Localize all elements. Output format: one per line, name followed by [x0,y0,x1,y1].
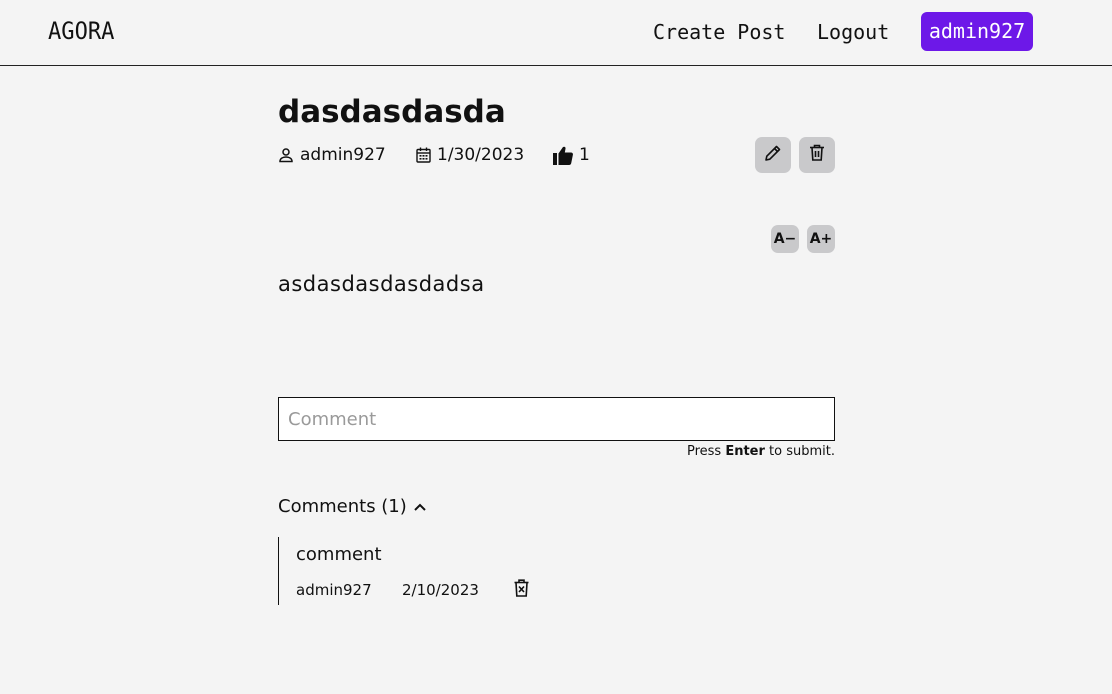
hint-prefix: Press [686,444,726,459]
comment-item: comment admin927 2/10/2023 [278,537,578,605]
calendar-icon [416,147,431,163]
create-post-link[interactable]: Create Post [653,20,785,44]
comments-header: Comments (1) [278,496,407,517]
comment-input[interactable] [278,397,835,441]
chevron-up-icon [413,496,427,517]
edit-post-button[interactable] [755,137,791,173]
user-profile-button[interactable]: admin927 [921,12,1033,51]
comment-author: admin927 [296,581,372,599]
post-author: admin927 [278,144,386,166]
delete-post-button[interactable] [799,137,835,173]
trash-icon [809,144,825,166]
brand-logo[interactable]: AGORA [48,17,114,45]
trash-x-icon [514,578,529,602]
hint-key: Enter [725,444,765,459]
post-title: dasdasdasda [278,94,506,130]
like-count: 1 [579,145,590,165]
comments-toggle[interactable]: Comments (1) [278,496,427,517]
person-icon [278,147,294,163]
like-button[interactable]: 1 [553,144,590,166]
post-date: 1/30/2023 [416,144,524,166]
thumbs-up-icon [553,146,573,165]
decrease-font-button[interactable]: A− [771,225,799,253]
comment-date: 2/10/2023 [402,581,479,599]
comment-text: comment [296,544,382,565]
increase-font-button[interactable]: A+ [807,225,835,253]
post-author-name: admin927 [300,145,386,165]
delete-comment-button[interactable] [512,578,530,602]
logout-link[interactable]: Logout [817,20,889,44]
navbar: AGORA Create Post Logout admin927 [0,0,1112,66]
submit-hint: Press Enter to submit. [687,444,835,459]
post-date-text: 1/30/2023 [437,145,525,165]
pencil-icon [764,144,782,167]
hint-suffix: to submit. [764,444,835,459]
post-body: asdasdasdasdadsa [278,272,485,296]
